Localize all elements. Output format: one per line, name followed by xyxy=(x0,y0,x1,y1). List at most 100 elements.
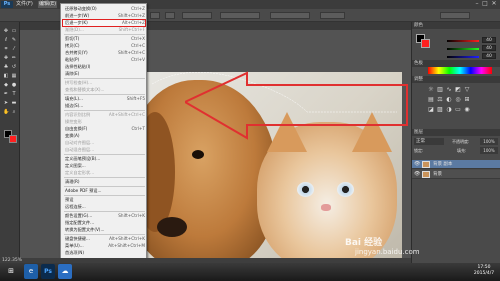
blur-tool-icon[interactable]: ◆ xyxy=(3,83,9,88)
menu-item[interactable]: 颜色设置(G)... Shift+Ctrl+K xyxy=(65,212,145,219)
curves-icon[interactable]: ∿ xyxy=(446,87,452,93)
menu-item[interactable]: 清理(R) xyxy=(65,178,145,185)
menu-item[interactable]: 粘贴(P) Ctrl+V xyxy=(65,56,145,63)
ie-taskbar-icon[interactable]: e xyxy=(24,264,38,279)
history-brush-icon[interactable]: ↺ xyxy=(11,65,17,70)
eye-icon[interactable]: 👁 xyxy=(414,160,420,169)
brush-tool-icon[interactable]: ✏ xyxy=(11,56,17,61)
option-control[interactable] xyxy=(182,12,212,19)
menu-item[interactable]: 指定配置文件... xyxy=(65,219,145,226)
pen-tool-icon[interactable]: ✒ xyxy=(3,92,9,97)
option-control[interactable] xyxy=(220,12,260,19)
color-panel-tab[interactable]: 颜色 xyxy=(412,22,500,29)
black-white-icon[interactable]: ◐ xyxy=(446,97,452,103)
blue-value[interactable]: 40 xyxy=(482,53,496,59)
menu-item[interactable]: 描边(S)... xyxy=(65,102,145,109)
green-value[interactable]: 40 xyxy=(482,45,496,51)
menu-item[interactable]: 填充(L)... Shift+F5 xyxy=(65,95,145,102)
eye-icon[interactable]: 👁 xyxy=(414,170,420,179)
vibrance-icon[interactable]: ▽ xyxy=(464,87,470,93)
menu-item[interactable]: 后退一步(K) Alt+Ctrl+Z xyxy=(65,19,145,26)
fill-field[interactable]: 100% xyxy=(480,147,498,154)
menu-item[interactable]: 定义画笔预设(B)... xyxy=(65,155,145,162)
menu-item[interactable]: 定义图案... xyxy=(65,162,145,169)
menu-item[interactable]: 前进一步(W) Shift+Ctrl+Z xyxy=(65,12,145,19)
photoshop-taskbar-icon[interactable]: Ps xyxy=(41,264,55,279)
type-tool-icon[interactable]: T xyxy=(11,92,17,97)
gradient-icon[interactable]: ▦ xyxy=(11,74,17,79)
eyedropper-icon[interactable]: ⁄ xyxy=(11,47,17,52)
menu-item-label: 选择性粘贴(I) xyxy=(65,64,91,69)
menu-item[interactable]: 清除(E) xyxy=(65,70,145,77)
panel-background-swatch[interactable] xyxy=(421,39,430,48)
green-slider[interactable] xyxy=(447,48,479,50)
move-tool-icon[interactable]: ✥ xyxy=(3,29,9,34)
menu-file[interactable]: 文件(F) xyxy=(16,1,33,8)
menu-item[interactable]: Adobe PDF 预设... xyxy=(65,187,145,194)
windows-start-icon[interactable]: ⊞ xyxy=(4,264,18,279)
option-control[interactable] xyxy=(150,12,160,19)
dodge-tool-icon[interactable]: ● xyxy=(11,83,17,88)
menu-item[interactable]: 预设 xyxy=(65,196,145,203)
menu-item[interactable]: 转换为配置文件(V)... xyxy=(65,226,145,233)
cloud-taskbar-icon[interactable]: ☁ xyxy=(58,264,72,279)
blend-mode-select[interactable]: 正常 xyxy=(414,138,444,145)
menu-item[interactable]: 还原移动变换(O) Ctrl+Z xyxy=(65,5,145,12)
gradient-map-icon[interactable]: ▭ xyxy=(455,107,461,113)
selective-color-icon[interactable]: ◉ xyxy=(464,107,470,113)
eraser-icon[interactable]: ◧ xyxy=(3,74,9,79)
minimize-icon[interactable]: – xyxy=(474,1,480,7)
menu-item[interactable]: 选择性粘贴(I) xyxy=(65,63,145,70)
crop-tool-icon[interactable]: ⌗ xyxy=(3,47,9,52)
photo-filter-icon[interactable]: ◎ xyxy=(455,97,461,103)
layer-row[interactable]: 👁 背景 xyxy=(412,170,500,179)
menu-item[interactable]: 拷贝(C) Ctrl+C xyxy=(65,42,145,49)
option-control[interactable] xyxy=(270,12,310,19)
option-control[interactable] xyxy=(320,12,345,19)
quick-select-icon[interactable]: ✎ xyxy=(11,38,17,43)
menu-item[interactable]: 自由变换(F) Ctrl+T xyxy=(65,125,145,132)
hand-tool-icon[interactable]: ✋ xyxy=(3,110,9,115)
invert-icon[interactable]: ◪ xyxy=(428,107,434,113)
menu-item[interactable]: 剪切(T) Ctrl+X xyxy=(65,35,145,42)
option-control[interactable] xyxy=(165,12,175,19)
blue-slider[interactable] xyxy=(447,56,479,58)
swatches-panel-tab[interactable]: 色板 xyxy=(412,60,500,67)
menu-item[interactable]: 合并拷贝(Y) Shift+Ctrl+C xyxy=(65,49,145,56)
channel-mixer-icon[interactable]: ⊞ xyxy=(464,97,470,103)
workspace-switcher[interactable] xyxy=(440,12,470,19)
clock-date: 2015/4/7 xyxy=(473,271,495,276)
threshold-icon[interactable]: ◑ xyxy=(446,107,452,113)
menu-item[interactable]: 菜单(U)... Alt+Shift+Ctrl+M xyxy=(65,242,145,249)
menu-item-label: 颜色设置(G)... xyxy=(65,213,93,218)
marquee-tool-icon[interactable]: ▭ xyxy=(11,29,17,34)
path-select-icon[interactable]: ➤ xyxy=(3,101,9,106)
lasso-tool-icon[interactable]: ℓ xyxy=(3,38,9,43)
menu-item[interactable]: 首选项(N) xyxy=(65,249,145,256)
close-icon[interactable]: ✕ xyxy=(491,1,497,7)
hue-saturation-icon[interactable]: ▤ xyxy=(428,97,434,103)
maximize-icon[interactable]: □ xyxy=(482,1,488,7)
menu-edit[interactable]: 编辑(E) xyxy=(38,1,58,8)
brightness-icon[interactable]: ☼ xyxy=(428,87,434,93)
clone-stamp-icon[interactable]: ♣ xyxy=(3,65,9,70)
red-value[interactable]: 40 xyxy=(482,37,496,43)
layers-panel-tab[interactable]: 图层 xyxy=(412,129,500,136)
healing-brush-icon[interactable]: ✚ xyxy=(3,56,9,61)
layer-row[interactable]: 👁 背景 副本 xyxy=(412,160,500,169)
shape-tool-icon[interactable]: ▬ xyxy=(11,101,17,106)
layer-name: 背景 副本 xyxy=(433,162,453,167)
color-balance-icon[interactable]: ⚖ xyxy=(437,97,443,103)
red-slider[interactable] xyxy=(447,40,479,42)
zoom-tool-icon[interactable]: ⌕ xyxy=(11,110,17,115)
opacity-field[interactable]: 100% xyxy=(480,138,498,145)
levels-icon[interactable]: ▥ xyxy=(437,87,443,93)
background-color-swatch[interactable] xyxy=(9,135,17,143)
exposure-icon[interactable]: ◩ xyxy=(455,87,461,93)
adjustments-panel-tab[interactable]: 调整 xyxy=(412,76,500,83)
posterize-icon[interactable]: ▨ xyxy=(437,107,443,113)
menu-item[interactable]: 键盘快捷键... Alt+Shift+Ctrl+K xyxy=(65,235,145,242)
color-spectrum[interactable] xyxy=(428,67,492,74)
menu-item[interactable]: 远程连接... xyxy=(65,203,145,210)
menu-item[interactable]: 变换(A) xyxy=(65,132,145,139)
